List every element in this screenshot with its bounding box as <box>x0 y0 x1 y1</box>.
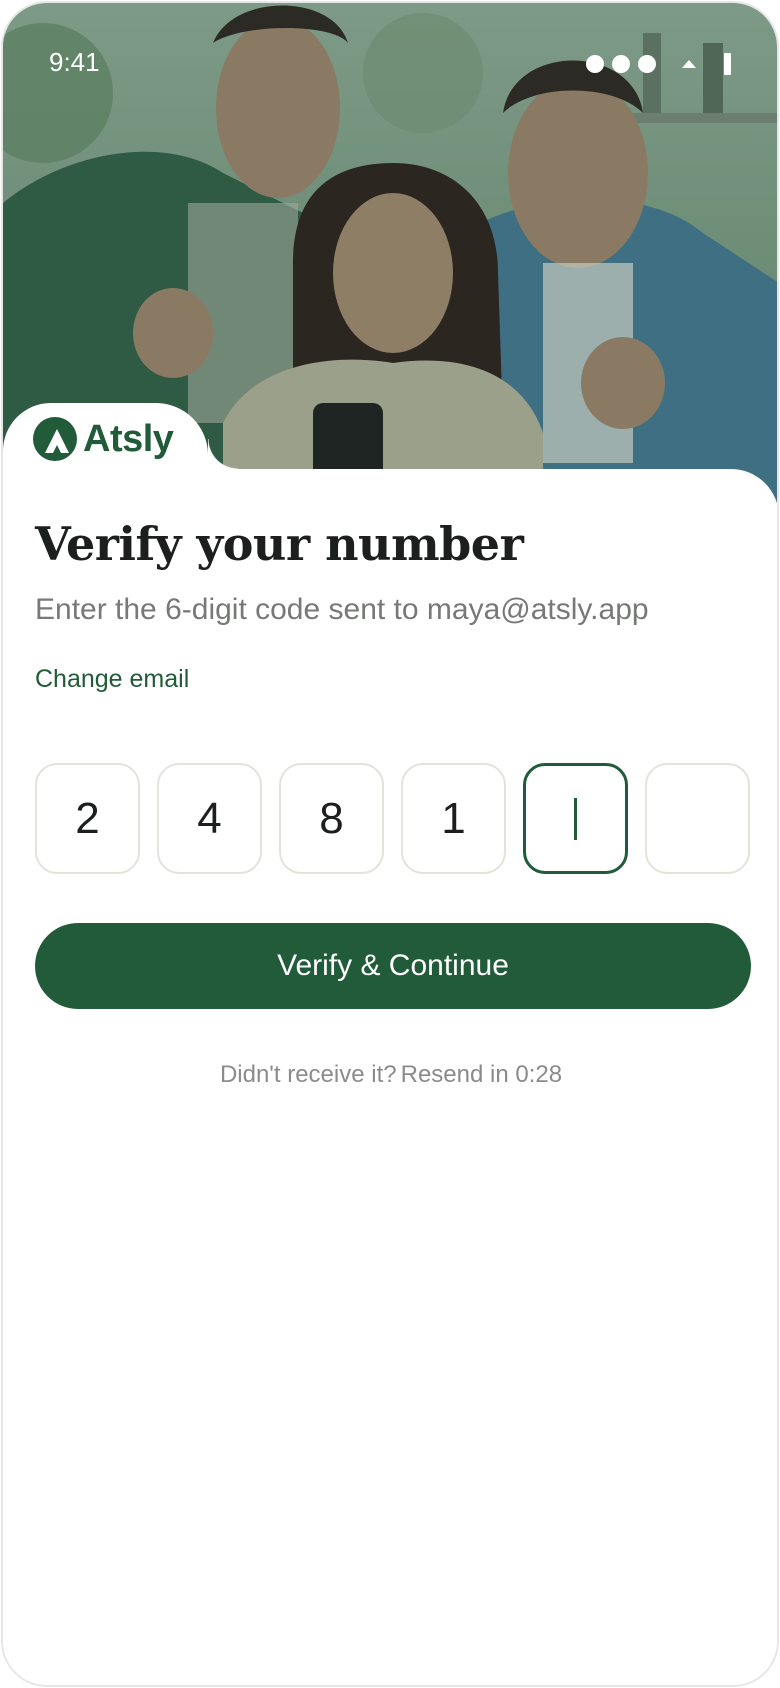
resend-countdown[interactable]: Resend in 0:28 <box>401 1061 562 1089</box>
atsly-logo-icon <box>33 417 77 461</box>
otp-digit-6[interactable] <box>645 763 750 874</box>
wifi-icon <box>682 60 696 68</box>
otp-digit-2[interactable]: 4 <box>157 763 262 874</box>
resend-row: Didn't receive it? Resend in 0:28 <box>3 1061 777 1089</box>
signal-icon <box>612 55 630 73</box>
page-title: Verify your number <box>35 517 524 571</box>
otp-digit-1[interactable]: 2 <box>35 763 140 874</box>
battery-icon <box>724 53 731 75</box>
change-email-link[interactable]: Change email <box>35 665 189 694</box>
otp-digit-3[interactable]: 8 <box>279 763 384 874</box>
status-time: 9:41 <box>49 47 100 77</box>
status-icons <box>586 53 731 75</box>
brand-logo: Atsly <box>33 417 174 461</box>
verify-continue-button[interactable]: Verify & Continue <box>35 923 751 1009</box>
otp-digit-5[interactable] <box>523 763 628 874</box>
signal-icon <box>586 55 604 73</box>
otp-digit-4[interactable]: 1 <box>401 763 506 874</box>
signal-icon <box>638 55 656 73</box>
phone-screen: 9:41 Atsly Verify your number Enter the … <box>1 1 779 1687</box>
otp-input-group: 2 4 8 1 <box>35 763 750 874</box>
page-subtitle: Enter the 6-digit code sent to maya@atsl… <box>35 593 649 626</box>
text-caret <box>574 797 577 840</box>
brand-name: Atsly <box>83 417 174 460</box>
resend-prompt: Didn't receive it? <box>219 1061 397 1088</box>
